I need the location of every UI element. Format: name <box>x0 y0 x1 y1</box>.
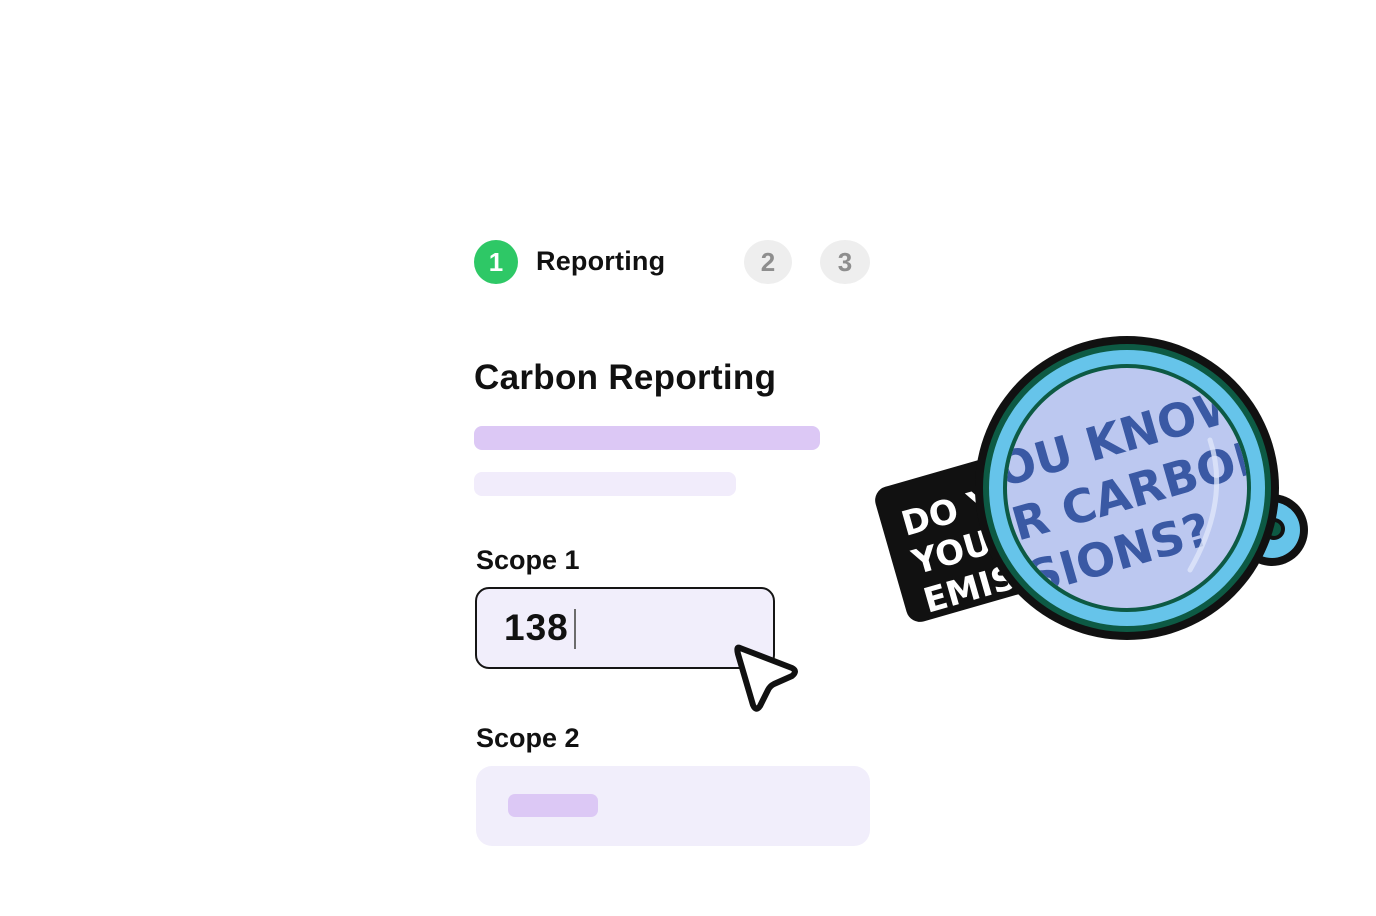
text-caret <box>574 609 576 649</box>
pointer-cursor-icon <box>728 634 808 718</box>
step-1-badge[interactable]: 1 <box>474 240 518 284</box>
step-2-badge[interactable]: 2 <box>744 240 792 284</box>
step-1-label[interactable]: Reporting <box>536 246 665 277</box>
page-title: Carbon Reporting <box>474 358 777 397</box>
step-2-number: 2 <box>760 246 776 277</box>
scope2-input[interactable] <box>476 766 870 846</box>
step-1-number: 1 <box>488 246 504 277</box>
stepper: 1 Reporting 2 3 <box>474 240 874 284</box>
scope2-label: Scope 2 <box>476 723 580 753</box>
description-placeholder-line-short <box>474 472 736 496</box>
scope1-label: Scope 1 <box>476 545 580 575</box>
step-3-number: 3 <box>837 246 853 277</box>
magnifying-glass-icon: DO Y YOU EMIS OU KNOW R CARBON SIONS? <box>875 330 1320 650</box>
description-placeholder-line <box>474 426 820 450</box>
scope1-input-value: 138 <box>504 607 569 648</box>
step-3-badge[interactable]: 3 <box>820 240 870 284</box>
scope2-placeholder-bar <box>508 794 598 817</box>
